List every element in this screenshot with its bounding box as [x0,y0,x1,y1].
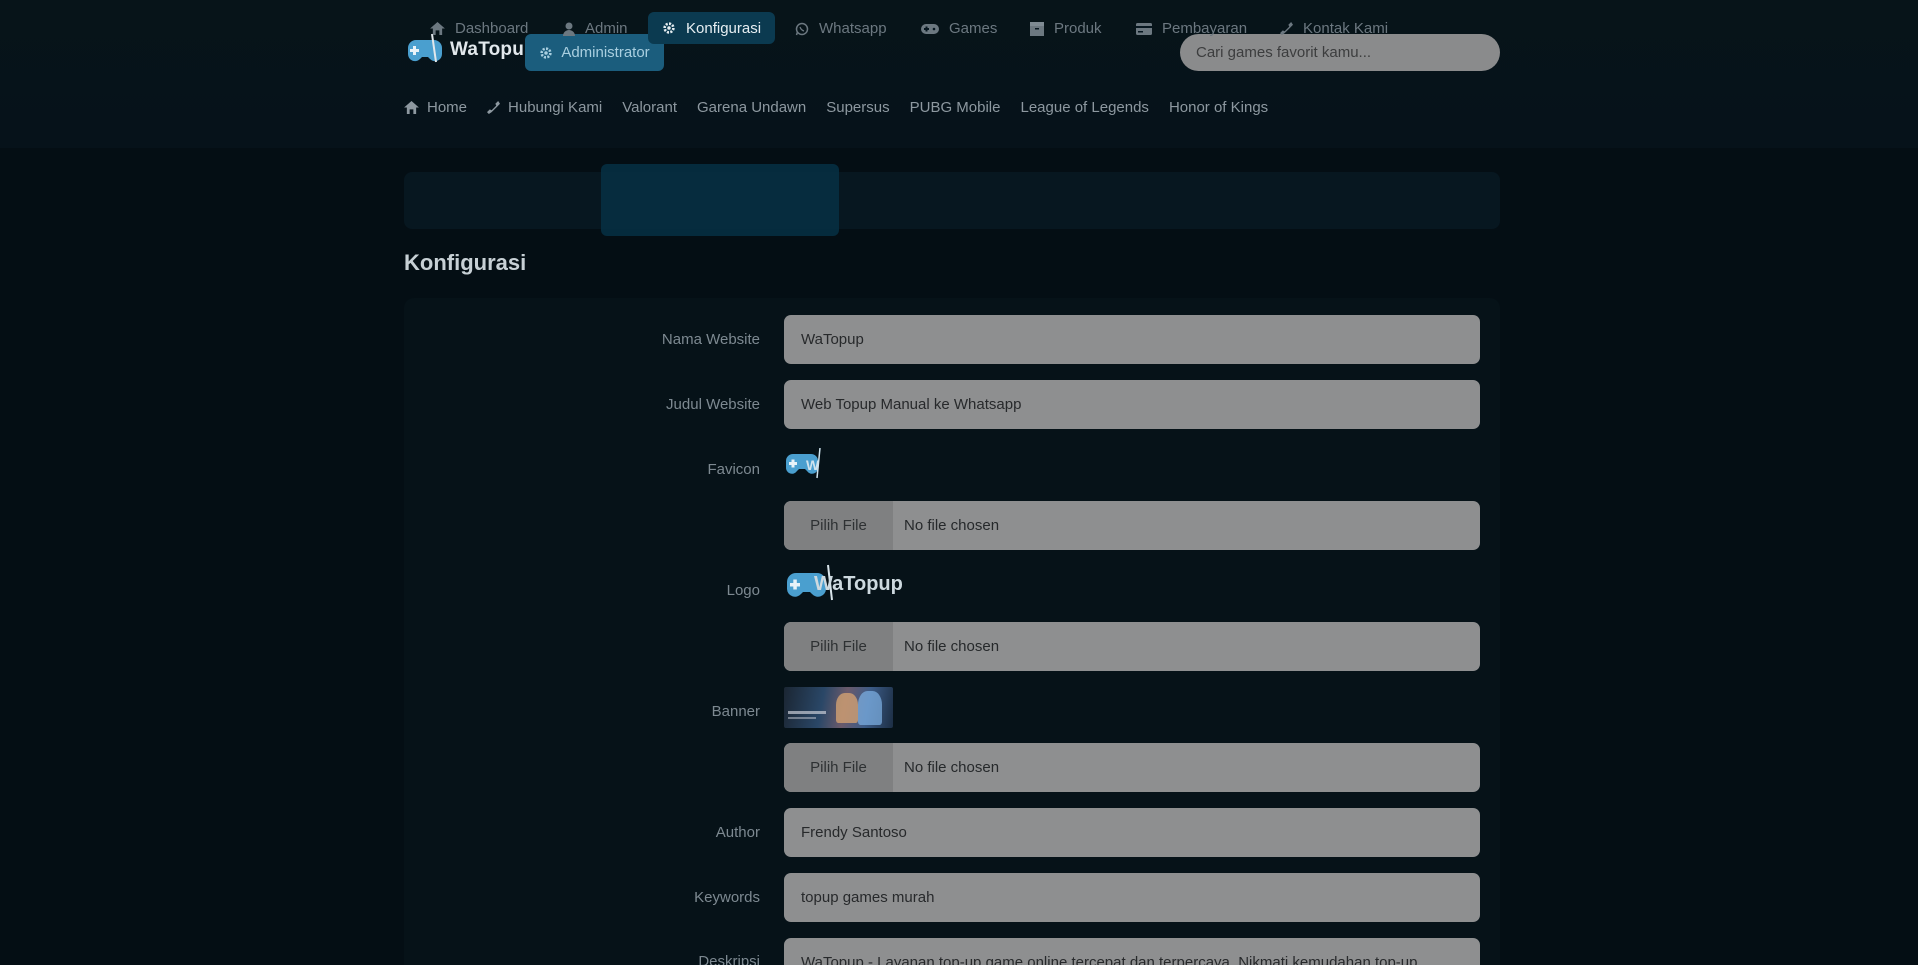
nav-valorant[interactable]: Valorant [622,99,677,116]
adminnav-kontak-kami-label: Kontak Kami [1303,20,1389,37]
nav-hubungi-kami-label: Hubungi Kami [508,99,603,116]
logo-file-status: No file chosen [904,638,1000,655]
nav-honor-of-kings-label: Honor of Kings [1168,99,1269,116]
nav-hover-highlight [601,164,839,236]
banner-choose-file-button[interactable]: Pilih File [784,743,893,792]
nama-website-label: Nama Website [661,331,760,348]
judul-website-label: Judul Website [666,396,760,413]
nav-supersus-label: Supersus [826,99,890,116]
logo-preview: WaTopup [784,564,903,604]
nav-supersus[interactable]: Supersus [826,99,889,116]
banner-file-status: No file chosen [904,759,1000,776]
gear-icon [663,22,675,34]
favicon-file-status: No file chosen [904,517,1000,534]
deskripsi-label: Deskripsi [698,953,760,965]
page-title: Konfigurasi [404,250,527,275]
logo-label: Logo [726,582,760,599]
adminnav-konfigurasi-label: Konfigurasi [686,19,762,37]
favicon-preview: W [784,447,824,485]
adminnav-kontak-kami[interactable]: Kontak Kami [1280,0,1388,57]
logo-preview-text: WaTopup [814,572,903,595]
nav-honor-of-kings[interactable]: Honor of Kings [1169,99,1268,116]
nav-garena-undawn[interactable]: Garena Undawn [697,99,806,116]
adminnav-games[interactable]: Games [921,0,997,57]
deskripsi-textarea[interactable]: WaTopup - Layanan top-up game online ter… [784,938,1480,965]
adminnav-dashboard-label: Dashboard [455,20,529,37]
keywords-label: Keywords [694,889,760,906]
nama-website-input[interactable]: WaTopup [784,315,1480,364]
gamepad-icon [921,23,939,34]
logo-file-input[interactable]: Pilih File No file chosen [784,622,1480,671]
gear-icon [540,46,552,59]
favicon-label: Favicon [707,461,760,478]
banner-label: Banner [711,703,760,720]
adminnav-games-label: Games [949,20,998,37]
adminnav-pembayaran[interactable]: Pembayaran [1136,0,1247,57]
box-icon [1030,21,1044,36]
judul-website-input[interactable]: Web Topup Manual ke Whatsapp [784,380,1480,429]
banner-file-input[interactable]: Pilih File No file chosen [784,743,1480,792]
adminnav-konfigurasi[interactable]: Konfigurasi [648,12,776,44]
nav-league-of-legends[interactable]: League of Legends [1020,99,1148,116]
keywords-input[interactable]: topup games murah [784,873,1480,922]
nav-home[interactable]: Home [404,99,467,116]
adminnav-produk-label: Produk [1054,20,1102,37]
author-input[interactable]: Frendy Santoso [784,808,1480,857]
nav-valorant-label: Valorant [622,99,677,116]
nav-pubg-mobile-label: PUBG Mobile [909,99,1001,116]
adminnav-admin-label: Admin [585,20,628,37]
favicon-choose-file-button[interactable]: Pilih File [784,501,893,550]
phone-icon [1280,22,1293,35]
top-nav: Home Hubungi Kami Valorant Garena Undawn… [404,99,1268,116]
favicon-file-input[interactable]: Pilih File No file chosen [784,501,1480,550]
nav-hubungi-kami[interactable]: Hubungi Kami [487,99,602,116]
author-label: Author [715,824,760,841]
logo-choose-file-button[interactable]: Pilih File [784,622,893,671]
user-icon [563,22,575,36]
nav-garena-undawn-label: Garena Undawn [697,99,807,116]
nav-pubg-mobile[interactable]: PUBG Mobile [910,99,1001,116]
banner-preview-image [784,687,893,728]
phone-icon [487,101,501,114]
adminnav-pembayaran-label: Pembayaran [1162,20,1248,37]
gamepad-logo-icon: W [785,447,821,479]
whatsapp-icon [795,22,809,35]
adminnav-whatsapp-label: Whatsapp [819,20,887,37]
admin-nav [404,172,1500,229]
adminnav-admin[interactable]: Admin [563,0,628,57]
nav-league-of-legends-label: League of Legends [1020,99,1149,116]
home-icon [404,101,419,114]
home-icon [430,22,445,35]
nav-home-label: Home [427,99,468,116]
adminnav-dashboard[interactable]: Dashboard [430,0,528,57]
adminnav-whatsapp[interactable]: Whatsapp [795,0,887,57]
credit-card-icon [1136,22,1152,35]
adminnav-produk[interactable]: Produk [1030,0,1102,57]
